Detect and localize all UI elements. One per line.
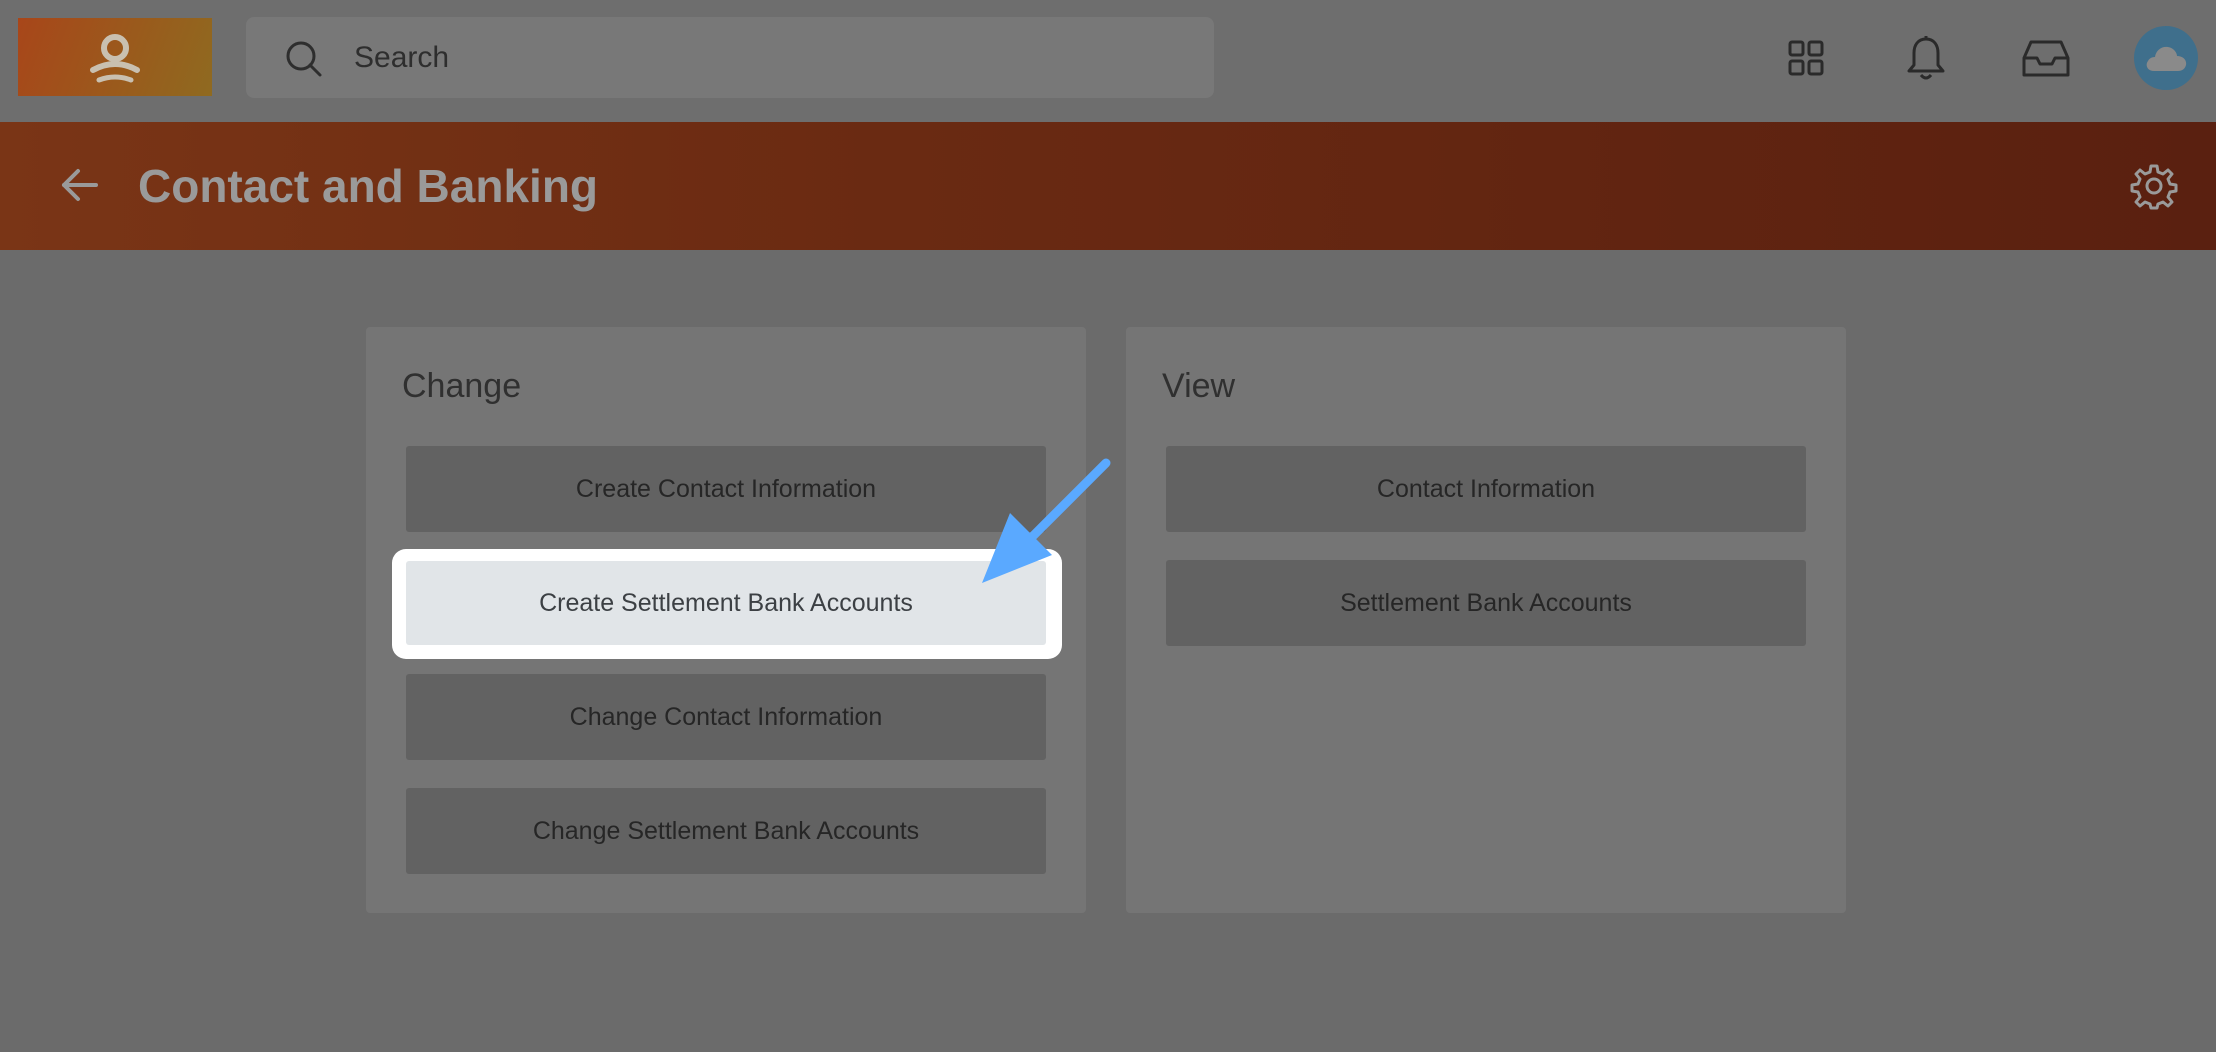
view-card: View Contact Information Settlement Bank…: [1126, 327, 1846, 913]
page-title: Contact and Banking: [138, 160, 599, 212]
top-bar: Search: [0, 0, 2216, 122]
page-header: Contact and Banking: [0, 122, 2216, 250]
cloud-icon: [2146, 46, 2187, 71]
search-bar[interactable]: Search: [246, 17, 1214, 98]
search-icon: [286, 41, 322, 77]
grid-icon: [1788, 40, 1824, 76]
bell-icon: [1907, 36, 1945, 80]
inbox-icon: [2022, 40, 2070, 77]
change-contact-information-button[interactable]: Change Contact Information: [406, 674, 1046, 760]
person-logo-icon: [90, 34, 140, 83]
change-settlement-bank-accounts-button[interactable]: Change Settlement Bank Accounts: [406, 788, 1046, 874]
user-avatar[interactable]: [2134, 26, 2198, 90]
notifications-button[interactable]: [1898, 30, 1954, 86]
contact-information-button[interactable]: Contact Information: [1166, 446, 1806, 532]
inbox-button[interactable]: [2018, 30, 2074, 86]
search-placeholder: Search: [354, 41, 450, 74]
change-card-title: Change: [402, 367, 522, 405]
create-settlement-bank-accounts-button[interactable]: Create Settlement Bank Accounts: [406, 561, 1046, 645]
apps-button[interactable]: [1778, 30, 1834, 86]
company-logo[interactable]: [18, 18, 212, 96]
gear-icon[interactable]: [2130, 162, 2178, 210]
create-contact-information-button[interactable]: Create Contact Information: [406, 446, 1046, 532]
blue-arrow-icon: [982, 458, 1111, 583]
arrow-left-icon[interactable]: [58, 162, 104, 208]
settlement-bank-accounts-button[interactable]: Settlement Bank Accounts: [1166, 560, 1806, 646]
view-card-title: View: [1162, 367, 1236, 405]
